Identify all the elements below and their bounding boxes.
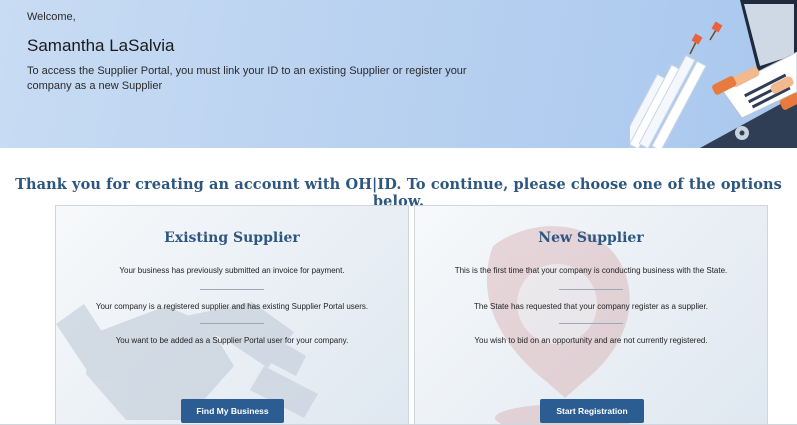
- divider: [200, 289, 264, 290]
- new-supplier-title: New Supplier: [538, 230, 644, 246]
- existing-supplier-line-2: Your company is a registered supplier an…: [95, 302, 369, 311]
- existing-supplier-title: Existing Supplier: [164, 230, 300, 246]
- new-supplier-line-1: This is the first time that your company…: [454, 266, 728, 275]
- start-registration-button[interactable]: Start Registration: [540, 399, 644, 423]
- new-supplier-line-2: The State has requested that your compan…: [474, 302, 708, 311]
- divider: [559, 289, 623, 290]
- divider: [559, 323, 623, 324]
- user-name: Samantha LaSalvia: [27, 36, 175, 55]
- existing-supplier-line-3: You want to be added as a Supplier Porta…: [115, 336, 349, 345]
- existing-supplier-line-1: Your business has previously submitted a…: [119, 266, 345, 275]
- new-supplier-card: New Supplier This is the first time that…: [414, 205, 768, 425]
- intro-text: To access the Supplier Portal, you must …: [27, 65, 467, 92]
- existing-supplier-card: Existing Supplier Your business has prev…: [55, 205, 409, 425]
- divider: [200, 323, 264, 324]
- find-my-business-button[interactable]: Find My Business: [181, 399, 284, 423]
- new-supplier-line-3: You wish to bid on an opportunity and ar…: [474, 336, 708, 345]
- pin-icon: [689, 21, 723, 55]
- welcome-banner: Welcome, Samantha LaSalvia To access the…: [0, 0, 797, 148]
- greeting-text: Welcome,: [27, 11, 76, 23]
- laptop-illustration: [630, 0, 797, 148]
